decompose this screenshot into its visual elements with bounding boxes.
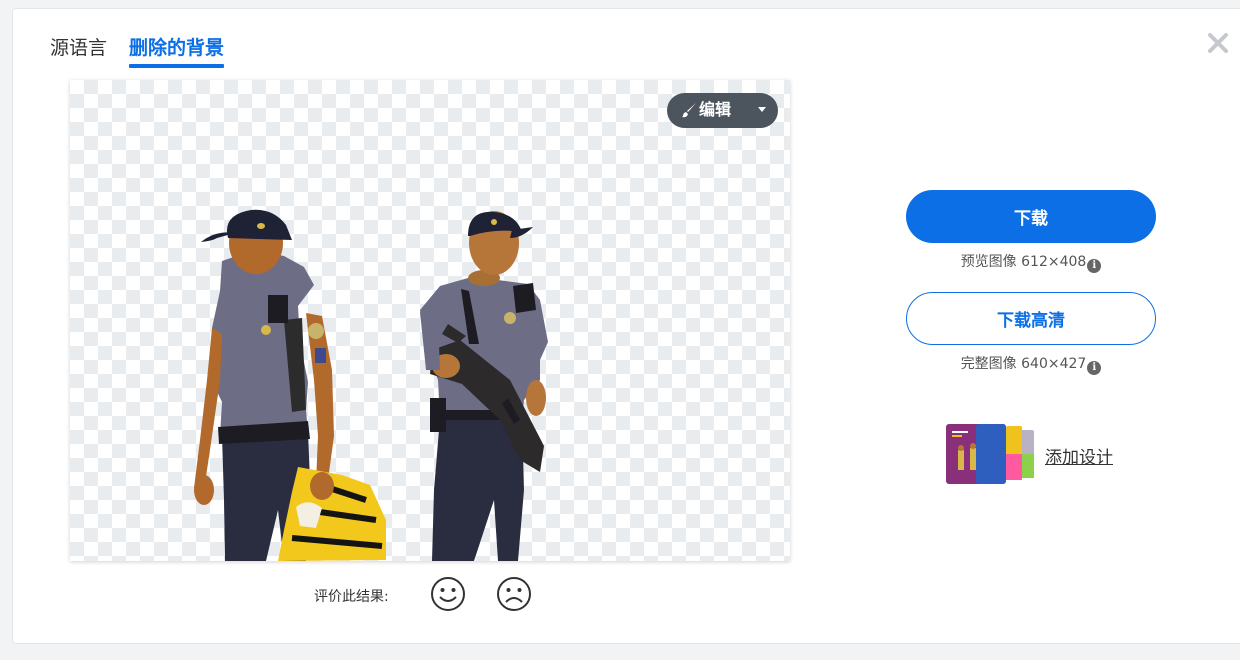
full-image-info: 完整图像 640×427 i	[906, 353, 1156, 375]
edit-button-group: 编辑	[667, 93, 778, 128]
tab-original[interactable]: 源语言	[50, 36, 107, 60]
info-icon[interactable]: i	[1087, 259, 1102, 273]
close-icon[interactable]	[1205, 30, 1231, 56]
preview-info-text: 预览图像 612×408	[960, 254, 1087, 270]
caret-down-icon	[758, 107, 766, 112]
info-icon[interactable]: i	[1087, 361, 1102, 375]
frown-face-icon[interactable]	[496, 576, 532, 612]
rating-label: 评价此结果:	[314, 589, 389, 605]
design-thumbnail[interactable]	[946, 424, 1038, 484]
left-officer	[194, 209, 386, 561]
result-image: 编辑	[70, 80, 790, 561]
right-officer	[420, 211, 548, 561]
brush-icon	[682, 103, 696, 118]
cutout-officers	[194, 209, 548, 561]
full-info-text: 完整图像 640×427	[960, 356, 1087, 372]
edit-button[interactable]: 编辑	[667, 93, 747, 128]
add-design-link[interactable]: 添加设计	[1045, 443, 1113, 468]
edit-menu-toggle[interactable]	[753, 93, 778, 128]
download-hd-button[interactable]: 下载高清	[906, 292, 1156, 345]
smiley-face-icon[interactable]	[430, 576, 466, 612]
preview-image-info: 预览图像 612×408 i	[906, 251, 1156, 273]
tab-removed-background[interactable]: 删除的背景	[129, 36, 225, 68]
download-button[interactable]: 下载	[906, 190, 1156, 243]
edit-label: 编辑	[699, 100, 732, 119]
